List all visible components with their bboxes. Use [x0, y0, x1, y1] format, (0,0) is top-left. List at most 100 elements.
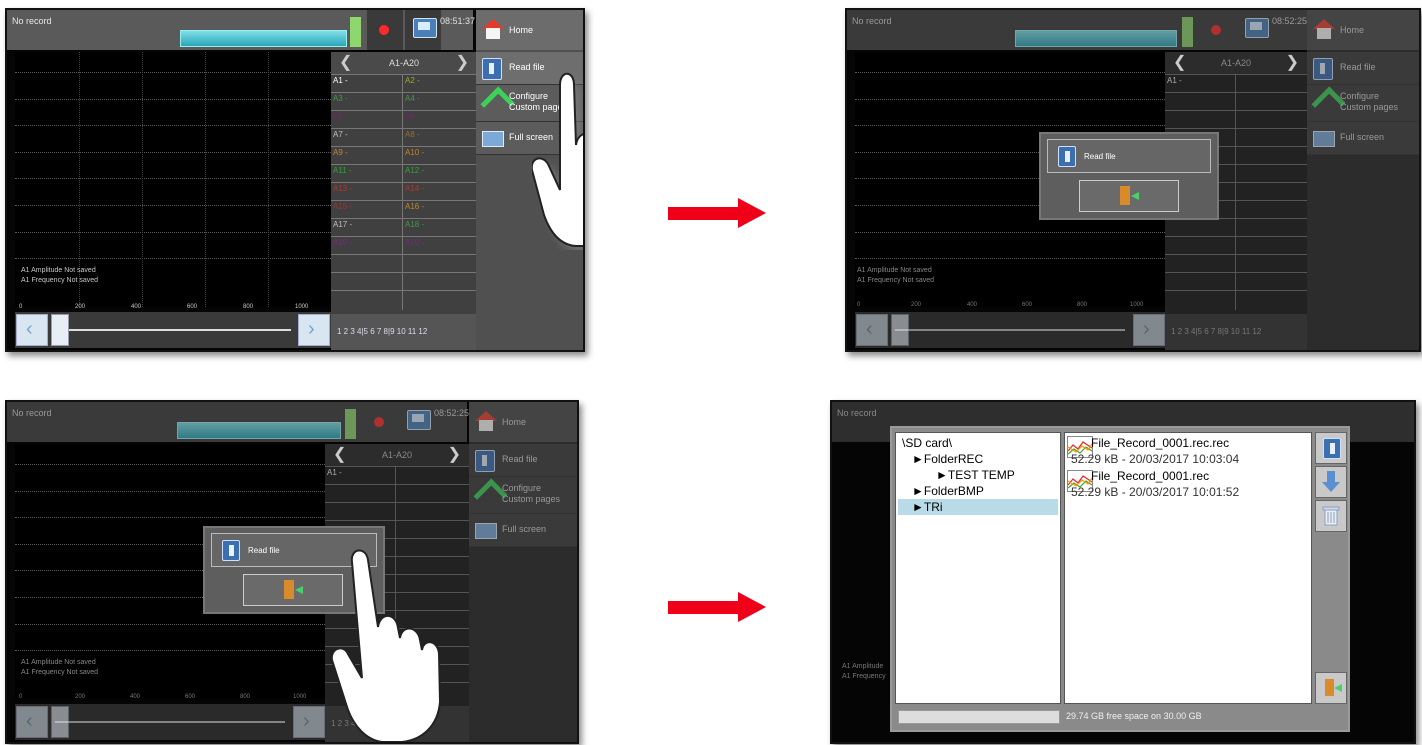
channel-label[interactable]: A15 -: [333, 202, 352, 211]
configure-custom-pages-menu-item[interactable]: Configure Custom pages: [469, 477, 577, 514]
home-icon: [482, 19, 504, 39]
channel-label[interactable]: A3 -: [333, 94, 348, 103]
channel-label[interactable]: A8 -: [405, 130, 420, 139]
channel-label[interactable]: A20 -: [405, 238, 424, 247]
copy-to-usb-button[interactable]: [1315, 466, 1347, 498]
open-usb-button[interactable]: [1315, 432, 1347, 464]
file-meta: 52.29 kB - 20/03/2017 10:03:04: [1071, 452, 1240, 466]
clock: 08:51:37: [440, 16, 476, 26]
exit-door-icon: [1120, 186, 1130, 205]
full-screen-menu-item[interactable]: Full screen: [469, 514, 577, 547]
tree-folder-folderbmp[interactable]: ►FolderBMP: [912, 484, 984, 498]
read-file-menu-item[interactable]: Read file: [1307, 52, 1419, 85]
channel-label[interactable]: A16 -: [405, 202, 424, 211]
legend: A1 Amplitude Not saved A1 Frequency Not …: [21, 267, 99, 284]
channel-label[interactable]: A12 -: [405, 166, 424, 175]
screenshot-button[interactable]: [405, 10, 441, 50]
channel-label[interactable]: A4 -: [405, 94, 420, 103]
exit-button[interactable]: [1315, 672, 1347, 704]
read-file-dialog: Read file: [1039, 132, 1219, 220]
channel-label[interactable]: A6 -: [405, 112, 420, 121]
screenshot-button[interactable]: [399, 402, 435, 442]
full-screen-menu-item[interactable]: Full screen: [1307, 122, 1419, 155]
chevron-right-icon[interactable]: ❯: [448, 444, 461, 466]
home-button[interactable]: Home: [469, 402, 577, 442]
tree-folder-tri[interactable]: ►TRi: [912, 500, 943, 514]
screen-step-2: No record 08:52:25 Home A1 Amplitude Not…: [845, 8, 1421, 352]
exit-button[interactable]: [1079, 180, 1179, 212]
chevron-left-icon[interactable]: ❮: [333, 444, 346, 466]
x-tick: 800: [243, 304, 254, 310]
delete-button[interactable]: [1315, 500, 1347, 532]
screenshot-button[interactable]: [1237, 10, 1273, 50]
read-file-button[interactable]: Read file: [1047, 139, 1211, 173]
x-tick: 400: [131, 304, 142, 310]
full-screen-icon: [482, 131, 504, 147]
pointing-hand-icon: [532, 72, 583, 250]
exit-button[interactable]: [243, 574, 343, 606]
channel-label[interactable]: A2 -: [405, 76, 420, 85]
chevron-right-icon: ›: [303, 710, 310, 732]
scroll-left-button[interactable]: ‹: [16, 706, 48, 738]
chevron-left-icon[interactable]: ❮: [1173, 52, 1186, 74]
chevron-right-icon[interactable]: ❯: [1286, 52, 1299, 74]
exit-door-icon: [284, 580, 294, 599]
channel-label[interactable]: A14 -: [405, 184, 424, 193]
home-button[interactable]: Home: [1307, 10, 1419, 50]
record-icon: [379, 25, 389, 35]
file-meta: 52.29 kB - 20/03/2017 10:01:52: [1071, 485, 1240, 499]
x-tick: 600: [187, 304, 198, 310]
home-button[interactable]: Home: [476, 10, 583, 50]
record-status: No record: [837, 408, 877, 418]
next-step-arrow: [668, 592, 766, 622]
scroll-right-button[interactable]: ›: [298, 314, 330, 346]
scroll-left-button[interactable]: ‹: [16, 314, 48, 346]
tree-folder-folderrec[interactable]: ►FolderREC: [912, 452, 983, 466]
screen-step-1: No record 08:51:37 Home A1 Amplitude Not…: [5, 8, 585, 352]
channel-label[interactable]: A1 -: [333, 76, 348, 85]
configure-custom-pages-menu-item[interactable]: Configure Custom pages: [1307, 85, 1419, 122]
time-scroll[interactable]: ‹ ›: [15, 312, 331, 348]
channel-label[interactable]: A13 -: [333, 184, 352, 193]
record-button[interactable]: [1199, 10, 1235, 50]
full-screen-icon: [1313, 131, 1335, 147]
pointing-hand-icon: [332, 549, 442, 742]
channel-label[interactable]: A9 -: [333, 148, 348, 157]
scroll-right-button[interactable]: ›: [293, 706, 325, 738]
record-button[interactable]: [367, 10, 403, 50]
folder-tree[interactable]: \SD card\ ►FolderREC ►TEST TEMP ►FolderB…: [895, 432, 1061, 704]
channel-label[interactable]: A5 -: [333, 112, 348, 121]
usb-icon: [1313, 58, 1333, 80]
usb-icon: [222, 540, 240, 561]
channel-label[interactable]: A10 -: [405, 148, 424, 157]
page-selector[interactable]: 1 2 3 4|5 6 7 8|9 10 11 12: [331, 314, 477, 350]
channel-label[interactable]: A17 -: [333, 220, 352, 229]
chevron-right-icon[interactable]: ❯: [456, 52, 469, 74]
x-tick: 0: [19, 304, 23, 310]
next-step-arrow: [668, 198, 766, 228]
full-screen-icon: [475, 523, 497, 539]
chevron-right-icon: ›: [1143, 318, 1150, 340]
file-name[interactable]: File_Record_0001.rec: [1091, 469, 1209, 483]
page-selector[interactable]: 1 2 3 4|5 6 7 8|9 10 11 12: [1165, 314, 1307, 350]
scroll-right-button[interactable]: ›: [1133, 314, 1165, 346]
free-space-text: 29.74 GB free space on 30.00 GB: [1066, 711, 1202, 721]
chevron-left-icon[interactable]: ❮: [339, 52, 352, 74]
file-list[interactable]: File_Record_0001.rec.rec 52.29 kB - 20/0…: [1064, 432, 1312, 704]
channel-label[interactable]: A11 -: [333, 166, 352, 175]
read-file-menu-item[interactable]: Read file: [469, 444, 577, 477]
screen-step-3: No record 08:52:25 Home A1 Amplitude Not…: [5, 400, 579, 744]
record-button[interactable]: [362, 402, 398, 442]
tree-folder-test-temp[interactable]: ►TEST TEMP: [936, 468, 1015, 482]
scroll-left-button[interactable]: ‹: [856, 314, 888, 346]
usb-icon: [482, 58, 502, 80]
free-space-bar: [898, 710, 1060, 724]
channel-label[interactable]: A18 -: [405, 220, 424, 229]
channel-label[interactable]: A7 -: [333, 130, 348, 139]
scroll-thumb[interactable]: [51, 314, 69, 346]
channel-label[interactable]: A19 -: [333, 238, 352, 247]
file-name[interactable]: File_Record_0001.rec.rec: [1091, 436, 1229, 450]
tree-root[interactable]: \SD card\: [902, 436, 952, 450]
file-browser: \SD card\ ►FolderREC ►TEST TEMP ►FolderB…: [890, 426, 1350, 732]
x-tick: 1000: [295, 304, 309, 310]
